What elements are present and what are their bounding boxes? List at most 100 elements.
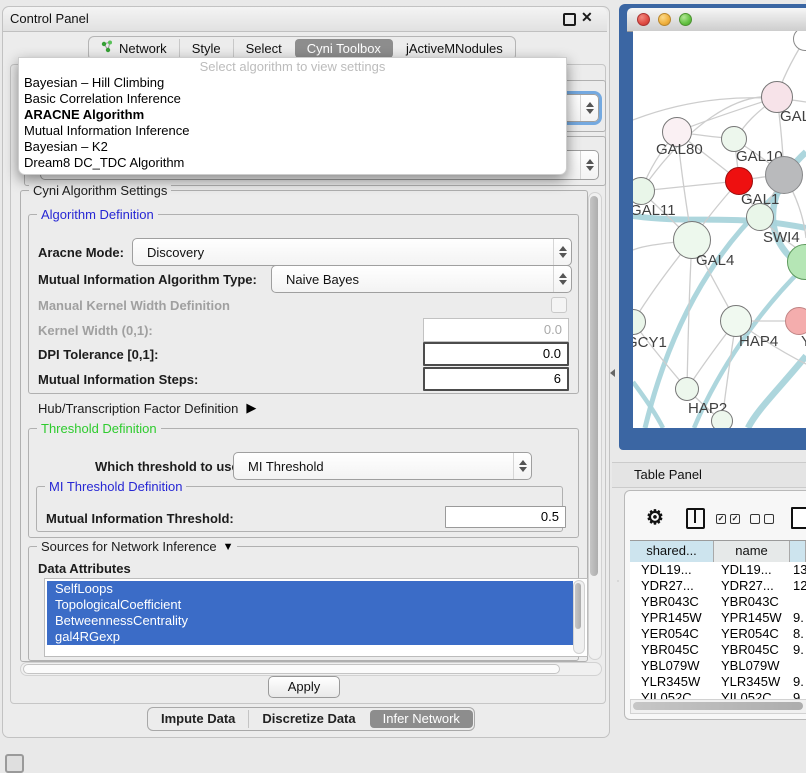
algorithm-option[interactable]: Mutual Information Inference — [19, 123, 566, 139]
table-cell: YBL079W — [714, 658, 790, 674]
mi-steps-field[interactable]: 6 — [423, 367, 569, 391]
minimized-panel-icon[interactable] — [5, 754, 24, 773]
network-node[interactable] — [711, 410, 733, 428]
splitter-collapse-icon[interactable] — [610, 369, 615, 377]
data-attribute-item-selected[interactable]: BetweennessCentrality — [47, 613, 573, 629]
table-row[interactable]: YDR27...YDR27...12 — [630, 578, 806, 594]
mac-minimize-icon[interactable] — [658, 13, 671, 26]
dpi-tolerance-label: DPI Tolerance [0,1]: — [38, 347, 158, 362]
network-node-hap2[interactable] — [675, 377, 699, 401]
column-header-shared-name[interactable]: shared... — [630, 541, 714, 562]
network-node[interactable] — [765, 156, 803, 194]
mi-type-label: Mutual Information Algorithm Type: — [38, 272, 257, 287]
which-threshold-combo[interactable]: MI Threshold — [233, 452, 532, 480]
which-threshold-value: MI Threshold — [234, 459, 513, 474]
algorithm-option[interactable]: Bayesian – Hill Climbing — [19, 75, 566, 91]
settings-hscrollbar[interactable] — [20, 662, 602, 676]
deselect-all-columns-icon[interactable] — [750, 514, 774, 524]
algorithm-option[interactable]: Bayesian – K2 — [19, 139, 566, 155]
table-cell: YDR27... — [630, 578, 714, 594]
algorithm-option[interactable]: Dream8 DC_TDC Algorithm — [19, 155, 566, 171]
split-columns-icon[interactable] — [686, 508, 705, 529]
algorithm-option[interactable]: Basic Correlation Inference — [19, 91, 566, 107]
table-cell: YDL19... — [714, 562, 790, 578]
attr-list-scrollbar[interactable] — [573, 580, 585, 654]
select-all-columns-icon[interactable]: ✓✓ — [716, 514, 740, 524]
table-row[interactable]: YDL19...YDL19...13 — [630, 562, 806, 578]
table-cell: 8. — [790, 626, 806, 642]
apply-button[interactable]: Apply — [268, 676, 340, 698]
table-cell: YBL079W — [630, 658, 714, 674]
network-node-label: Y — [801, 333, 806, 350]
network-node-label: GCY1 — [633, 334, 667, 351]
tab-select[interactable]: Select — [233, 39, 294, 58]
combo-stepper-icon — [580, 151, 598, 179]
tab-jactivemnodules[interactable]: jActiveMNodules — [394, 39, 515, 58]
table-hscrollbar-thumb[interactable] — [633, 702, 803, 710]
manual-kernel-checkbox[interactable] — [551, 297, 567, 313]
mi-steps-label: Mutual Information Steps: — [38, 372, 198, 387]
table-cell: YBR043C — [714, 594, 790, 610]
control-panel-title: Control Panel — [10, 11, 89, 26]
table-cell: YBR045C — [714, 642, 790, 658]
bottom-tab-impute-data[interactable]: Impute Data — [148, 710, 248, 728]
bottom-tab-discretize-data[interactable]: Discretize Data — [248, 710, 368, 728]
data-attributes-list[interactable]: SelfLoopsTopologicalCoefficientBetweenne… — [44, 578, 588, 657]
network-node-label: GAL80 — [656, 141, 703, 158]
column-header-cut[interactable] — [790, 541, 806, 562]
network-canvas[interactable]: GALGAL80GAL10GAL1GAL11SWI4GAL4GCY1HAP4YH… — [633, 31, 806, 428]
network-node-y[interactable] — [785, 307, 806, 335]
network-icon — [101, 39, 114, 58]
network-window-titlebar[interactable] — [627, 8, 806, 32]
float-window-icon[interactable] — [563, 13, 576, 26]
mac-close-icon[interactable] — [637, 13, 650, 26]
kernel-width-field[interactable]: 0.0 — [423, 318, 569, 342]
table-cell — [790, 594, 806, 610]
expander-right-icon: ▶ — [246, 400, 256, 416]
table-cell: YDL19... — [630, 562, 714, 578]
table-row[interactable]: YBR043CYBR043C — [630, 594, 806, 610]
table-header: shared... name — [630, 540, 806, 563]
settings-vscrollbar[interactable] — [588, 192, 602, 660]
collapse-down-icon[interactable]: ▼ — [223, 541, 234, 553]
mi-threshold-field[interactable]: 0.5 — [445, 506, 566, 528]
table-row[interactable]: YPR145WYPR145W9. — [630, 610, 806, 626]
table-cell: YPR145W — [714, 610, 790, 626]
gear-icon[interactable]: ⚙ — [646, 505, 664, 530]
aracne-mode-combo[interactable]: Discovery — [132, 238, 572, 266]
data-attribute-item-selected[interactable]: TopologicalCoefficient — [47, 597, 573, 613]
close-icon[interactable]: ✕ — [581, 9, 593, 26]
table-cell: 12 — [790, 578, 806, 594]
data-attribute-item-selected[interactable]: gal4RGexp — [47, 629, 573, 645]
algorithm-option[interactable]: ARACNE Algorithm — [19, 107, 566, 123]
combo-stepper-icon — [553, 239, 571, 265]
hub-definition-expander[interactable]: Hub/Transcription Factor Definition ▶ — [38, 400, 256, 416]
tab-cyni-toolbox[interactable]: Cyni Toolbox — [295, 39, 393, 58]
tab-style[interactable]: Style — [179, 39, 233, 58]
table-cell: YER054C — [714, 626, 790, 642]
table-row[interactable]: YER054CYER054C8. — [630, 626, 806, 642]
table-hscrollbar[interactable] — [630, 699, 806, 714]
table-body: YDL19...YDL19...13YDR27...YDR27...12YBR0… — [630, 562, 806, 712]
combo-stepper-icon — [553, 266, 571, 292]
document-icon[interactable] — [791, 507, 806, 529]
mi-type-combo[interactable]: Naive Bayes — [271, 265, 572, 293]
dpi-tolerance-field[interactable]: 0.0 — [423, 342, 569, 366]
table-row[interactable]: YLR345WYLR345W9. — [630, 674, 806, 690]
table-row[interactable]: YBR045CYBR045C9. — [630, 642, 806, 658]
column-header-name[interactable]: name — [714, 541, 790, 562]
aracne-mode-value: Discovery — [133, 245, 553, 260]
table-row[interactable]: YBL079WYBL079W — [630, 658, 806, 674]
table-cell: 9. — [790, 642, 806, 658]
settings-hscrollbar-thumb[interactable] — [23, 664, 560, 674]
settings-vscrollbar-thumb[interactable] — [590, 196, 598, 576]
mac-zoom-icon[interactable] — [679, 13, 692, 26]
data-attribute-item-selected[interactable]: SelfLoops — [47, 581, 573, 597]
attr-list-scrollbar-thumb[interactable] — [575, 583, 581, 629]
network-node-label: GAL11 — [633, 202, 676, 219]
table-cell: YBR045C — [630, 642, 714, 658]
bottom-tab-infer-network[interactable]: Infer Network — [370, 710, 473, 728]
mi-type-value: Naive Bayes — [272, 272, 553, 287]
network-node-swi4[interactable] — [746, 203, 774, 231]
tab-network[interactable]: Network — [89, 39, 179, 58]
